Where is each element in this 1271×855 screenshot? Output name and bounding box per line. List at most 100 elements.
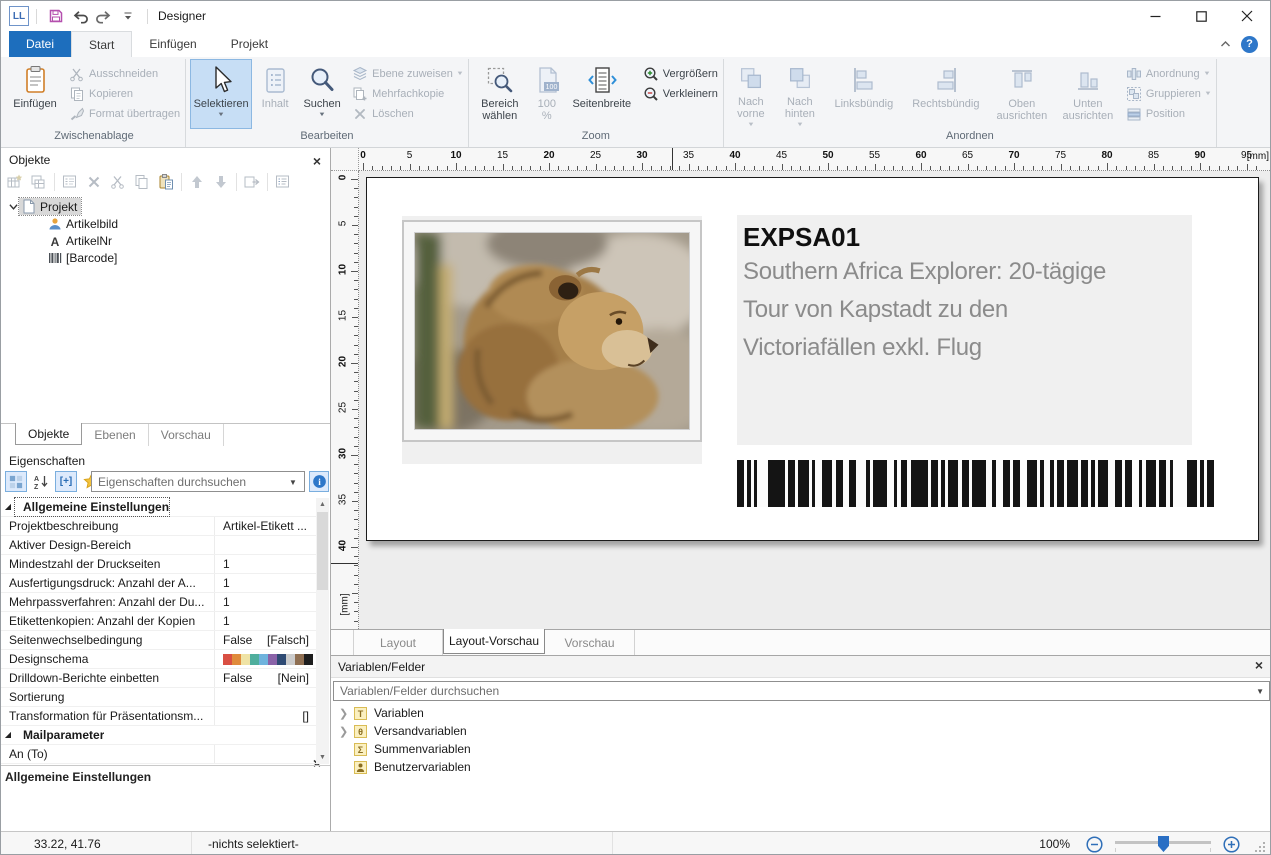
menu-tab-start[interactable]: Start — [71, 31, 132, 57]
scrollbar-thumb[interactable] — [317, 512, 328, 590]
info-button[interactable]: i — [309, 471, 329, 492]
property-category[interactable]: ◢Mailparameter — [1, 726, 317, 745]
objects-toolbar-cut-button[interactable] — [106, 171, 130, 193]
categorized-view-button[interactable] — [5, 471, 27, 492]
ribbon-button-cut[interactable]: Ausschneiden — [69, 64, 180, 84]
ribbon-button-position[interactable]: Position — [1126, 104, 1211, 124]
ribbon-button-group[interactable]: Gruppieren▼ — [1126, 84, 1211, 104]
property-row[interactable]: An (To) — [1, 745, 317, 764]
objects-toolbar-del-button[interactable] — [82, 171, 106, 193]
ribbon-button-layers[interactable]: Ebene zuweisen▼ — [352, 64, 463, 84]
view-tab-layout-vorschau[interactable]: Layout-Vorschau — [443, 629, 545, 654]
barcode-object[interactable] — [737, 460, 1214, 507]
variables-tree-item-versandvariablen[interactable]: ❯θVersandvariablen — [331, 722, 1271, 740]
menu-tab-datei[interactable]: Datei — [9, 31, 71, 57]
property-row[interactable]: Etikettenkopien: Anzahl der Kopien1 — [1, 612, 317, 631]
objects-toolbar-list-button[interactable] — [271, 171, 295, 193]
variables-tree-item-benutzervariablen[interactable]: Benutzervariablen — [331, 758, 1271, 776]
ribbon-button-content[interactable]: Inhalt — [254, 59, 296, 129]
expander-icon[interactable] — [7, 203, 19, 211]
ribbon-button-zoomout[interactable]: Verkleinern — [643, 84, 718, 104]
chevron-right-icon[interactable]: ❯ — [339, 707, 353, 720]
property-category[interactable]: ◢Allgemeine Einstellungen — [1, 498, 317, 517]
ribbon-button-cursor[interactable]: Selektieren▼ — [190, 59, 252, 129]
undo-button[interactable] — [68, 4, 92, 28]
design-canvas[interactable]: EXPSA01 Southern Africa Explorer: 20-täg… — [359, 171, 1271, 629]
property-row[interactable]: Aktiver Design-Bereich — [1, 536, 317, 555]
ribbon-button-zoomin[interactable]: Vergrößern — [643, 64, 718, 84]
property-row[interactable]: Transformation für Präsentationsm...[] — [1, 707, 317, 726]
view-tab-layout[interactable]: Layout — [353, 630, 443, 655]
objects-toolbar-down-button[interactable] — [209, 171, 233, 193]
menu-tab-einfgen[interactable]: Einfügen — [132, 31, 213, 57]
objects-toolbar-assign-button[interactable] — [240, 171, 264, 193]
close-button[interactable] — [1224, 1, 1270, 31]
ribbon-button-back[interactable]: Nach hinten▼ — [776, 59, 824, 129]
ribbon-button-delx[interactable]: Löschen — [352, 104, 463, 124]
ribbon-button-zoom100[interactable]: 100100 % — [529, 59, 565, 129]
variables-tree-item-variablen[interactable]: ❯TVariablen — [331, 704, 1271, 722]
tree-item-projekt[interactable]: Projekt — [1, 198, 330, 215]
ribbon-button-alignbottom[interactable]: Unten ausrichten — [1056, 59, 1120, 129]
ribbon-button-arrangement[interactable]: Anordnung▼ — [1126, 64, 1211, 84]
label-page[interactable]: EXPSA01 Southern Africa Explorer: 20-täg… — [366, 177, 1259, 541]
view-tab-vorschau[interactable]: Vorschau — [545, 630, 635, 655]
help-icon[interactable]: ? — [1241, 36, 1258, 53]
tree-item-artikelbild[interactable]: Artikelbild — [1, 215, 330, 232]
collapse-ribbon-icon[interactable] — [1220, 37, 1231, 51]
ribbon-button-search[interactable]: Suchen▼ — [298, 59, 346, 129]
variables-tree-item-summenvariablen[interactable]: ΣSummenvariablen — [331, 740, 1271, 758]
tree-item-barcode[interactable]: [Barcode] — [1, 249, 330, 266]
expand-all-button[interactable]: [+] — [55, 471, 77, 492]
article-image-object[interactable] — [402, 216, 702, 464]
property-row[interactable]: Designschema — [1, 650, 317, 669]
ribbon-button-front[interactable]: Nach vorne▼ — [728, 59, 774, 129]
article-text-object[interactable]: EXPSA01 Southern Africa Explorer: 20-täg… — [737, 215, 1192, 445]
property-row[interactable]: Mehrpassverfahren: Anzahl der Du...1 — [1, 593, 317, 612]
tree-item-artikelnr[interactable]: AArtikelNr — [1, 232, 330, 249]
sort-alphabetical-button[interactable]: AZ — [30, 471, 52, 492]
scroll-up-icon[interactable]: ▲ — [316, 498, 329, 511]
menu-tab-projekt[interactable]: Projekt — [214, 31, 285, 57]
property-row[interactable]: ProjektbeschreibungArtikel-Etikett ... — [1, 517, 317, 536]
minimize-button[interactable] — [1132, 1, 1178, 31]
maximize-button[interactable] — [1178, 1, 1224, 31]
objects-toolbar-paste-button[interactable] — [154, 171, 178, 193]
ribbon-button-alignright[interactable]: Rechtsbündig — [904, 59, 988, 129]
app-logo[interactable]: LL — [9, 6, 29, 26]
objects-toolbar-tnew-button[interactable] — [3, 171, 27, 193]
chevron-right-icon[interactable]: ❯ — [339, 725, 353, 738]
save-button[interactable] — [44, 4, 68, 28]
property-grid-scrollbar[interactable]: ▲ ▼ — [316, 498, 329, 764]
ribbon-button-paste[interactable]: Einfügen — [7, 59, 63, 129]
panel-tab-vorschau[interactable]: Vorschau — [149, 424, 224, 446]
redo-button[interactable] — [92, 4, 116, 28]
panel-tab-ebenen[interactable]: Ebenen — [82, 424, 148, 446]
objects-toolbar-up-button[interactable] — [185, 171, 209, 193]
property-row[interactable]: Mindestzahl der Druckseiten1 — [1, 555, 317, 574]
quick-access-dropdown[interactable] — [116, 4, 140, 28]
close-variables-panel-button[interactable]: × — [1255, 657, 1263, 674]
scroll-down-icon[interactable]: ▼ — [316, 751, 329, 764]
close-objects-panel-button[interactable]: × — [313, 153, 321, 170]
category-expander-icon[interactable]: ◢ — [1, 726, 15, 744]
zoom-slider[interactable] — [1115, 834, 1211, 854]
property-row[interactable]: SeitenwechselbedingungFalse[Falsch] — [1, 631, 317, 650]
ribbon-button-multicopy[interactable]: Mehrfachkopie — [352, 84, 463, 104]
ribbon-button-copy[interactable]: Kopieren — [69, 84, 180, 104]
property-row[interactable]: Sortierung — [1, 688, 317, 707]
zoom-slider-thumb[interactable] — [1158, 836, 1169, 852]
objects-toolbar-tdup-button[interactable] — [27, 171, 51, 193]
property-row[interactable]: Ausfertigungsdruck: Anzahl der A...1 — [1, 574, 317, 593]
resize-grip[interactable] — [1254, 841, 1266, 853]
ribbon-button-aligntop[interactable]: Oben ausrichten — [990, 59, 1054, 129]
ribbon-button-alignleft[interactable]: Linksbündig — [826, 59, 902, 129]
category-expander-icon[interactable]: ◢ — [1, 498, 15, 516]
ribbon-button-pagewidth[interactable]: Seitenbreite — [567, 59, 637, 129]
zoom-out-button[interactable] — [1086, 836, 1103, 853]
objects-toolbar-copy-button[interactable] — [130, 171, 154, 193]
ribbon-button-region[interactable]: Bereich wählen — [473, 59, 527, 129]
property-row[interactable]: Drilldown-Berichte einbettenFalse[Nein] — [1, 669, 317, 688]
zoom-in-button[interactable] — [1223, 836, 1240, 853]
objects-toolbar-props-button[interactable] — [58, 171, 82, 193]
